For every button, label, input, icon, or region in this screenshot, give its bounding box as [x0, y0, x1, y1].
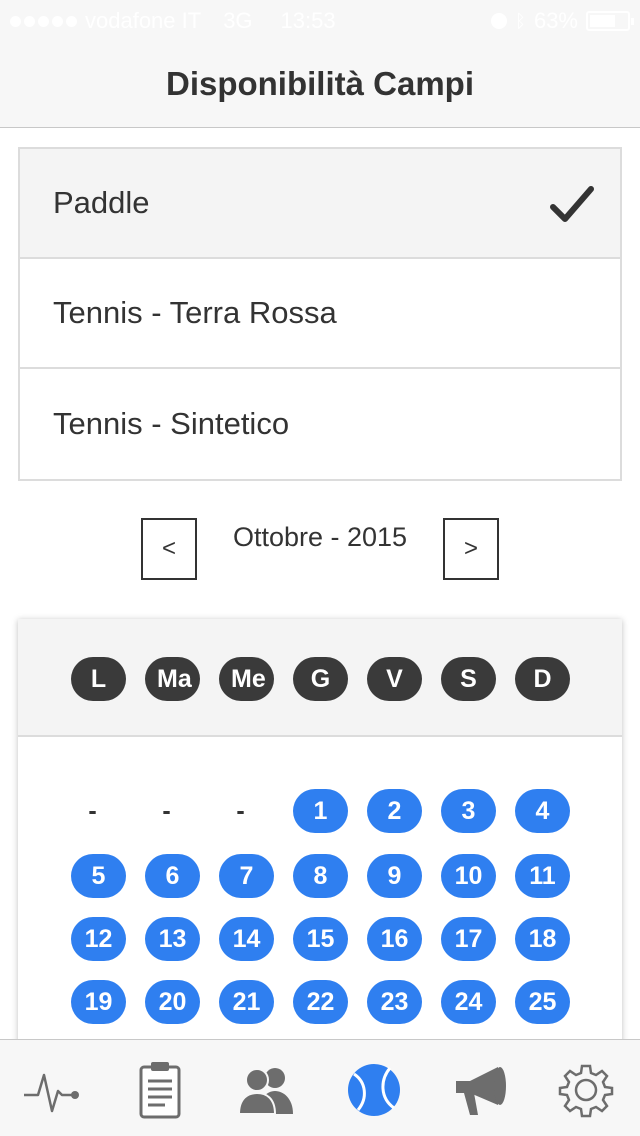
status-bar: vodafone IT 3G 13:53 ᛒ 63% — [0, 0, 640, 40]
bluetooth-icon: ᛒ — [515, 10, 526, 31]
calendar-day[interactable]: 17 — [441, 917, 496, 961]
weekday-header: L Ma Me G V S D — [18, 619, 622, 737]
tab-bookings[interactable] — [130, 1060, 190, 1120]
calendar-day[interactable]: 8 — [293, 854, 348, 898]
calendar-day[interactable]: 24 — [441, 980, 496, 1024]
sport-item-label: Paddle — [53, 185, 150, 220]
weekday-pill: Me — [219, 657, 274, 701]
megaphone-icon — [456, 1067, 506, 1115]
weekday-pill: D — [515, 657, 570, 701]
weekday-pill: G — [293, 657, 348, 701]
calendar-day[interactable]: 25 — [515, 980, 570, 1024]
page-title: Disponibilità Campi — [165, 64, 475, 102]
checkmark-icon — [550, 186, 594, 222]
tab-members[interactable] — [237, 1060, 297, 1120]
calendar-day[interactable]: 3 — [441, 789, 496, 833]
calendar-empty-cell: - — [236, 796, 245, 825]
battery-percent: 63% — [533, 8, 578, 33]
status-bar-right: ᛒ 63% — [491, 8, 634, 34]
calendar-day[interactable]: 11 — [515, 854, 570, 898]
calendar-day[interactable]: 6 — [145, 854, 200, 898]
calendar-day[interactable]: 18 — [515, 917, 570, 961]
calendar-day[interactable]: 21 — [219, 980, 274, 1024]
lock-rotation-icon — [491, 13, 508, 29]
calendar-day[interactable]: 12 — [71, 917, 126, 961]
calendar-day[interactable]: 19 — [71, 980, 126, 1024]
gear-icon — [558, 1064, 614, 1118]
calendar-day[interactable]: 9 — [367, 854, 422, 898]
clipboard-icon — [139, 1062, 181, 1119]
calendar-day[interactable]: 2 — [367, 789, 422, 833]
month-label: Ottobre - 2015 — [232, 522, 408, 552]
sport-item-tennis-sintetico[interactable]: Tennis - Sintetico — [20, 369, 620, 479]
signal-icon — [10, 15, 77, 27]
calendar-day[interactable]: 15 — [293, 917, 348, 961]
users-icon — [237, 1068, 293, 1115]
month-navigation: < Ottobre - 2015 > — [0, 518, 640, 580]
calendar-day[interactable]: 7 — [219, 854, 274, 898]
time-label: 13:53 — [280, 8, 336, 33]
sport-item-paddle[interactable]: Paddle — [20, 149, 620, 259]
tennis-ball-icon — [348, 1064, 400, 1116]
weekday-pill: S — [441, 657, 496, 701]
weekday-pill: L — [71, 657, 126, 701]
calendar-empty-cell: - — [162, 796, 171, 825]
sport-list: Paddle Tennis - Terra Rossa Tennis - Sin… — [18, 147, 622, 481]
calendar-day[interactable]: 23 — [367, 980, 422, 1024]
calendar-empty-cell: - — [88, 796, 97, 825]
sport-item-label: Tennis - Sintetico — [53, 406, 290, 441]
calendar-day[interactable]: 13 — [145, 917, 200, 961]
calendar-day[interactable]: 22 — [293, 980, 348, 1024]
tab-courts[interactable] — [344, 1060, 404, 1120]
next-month-button[interactable]: > — [443, 518, 499, 580]
previous-month-button[interactable]: < — [141, 518, 197, 580]
tab-settings[interactable] — [556, 1060, 616, 1120]
status-bar-left: vodafone IT 3G 13:53 — [10, 8, 336, 34]
tab-bar — [0, 1039, 640, 1136]
battery-icon — [586, 11, 634, 31]
calendar-day[interactable]: 5 — [71, 854, 126, 898]
tab-activity[interactable] — [22, 1060, 82, 1120]
sport-item-tennis-terra-rossa[interactable]: Tennis - Terra Rossa — [20, 259, 620, 369]
sport-item-label: Tennis - Terra Rossa — [53, 295, 337, 330]
calendar-day[interactable]: 14 — [219, 917, 274, 961]
weekday-pill: Ma — [145, 657, 200, 701]
carrier-label: vodafone IT — [85, 8, 202, 33]
calendar-day[interactable]: 20 — [145, 980, 200, 1024]
calendar-day[interactable]: 1 — [293, 789, 348, 833]
calendar-day[interactable]: 4 — [515, 789, 570, 833]
navigation-bar: Disponibilità Campi — [0, 40, 640, 128]
network-label: 3G — [223, 8, 253, 33]
calendar-day[interactable]: 16 — [367, 917, 422, 961]
calendar-day[interactable]: 10 — [441, 854, 496, 898]
weekday-pill: V — [367, 657, 422, 701]
tab-announcements[interactable] — [450, 1060, 510, 1120]
activity-icon — [24, 1073, 79, 1113]
